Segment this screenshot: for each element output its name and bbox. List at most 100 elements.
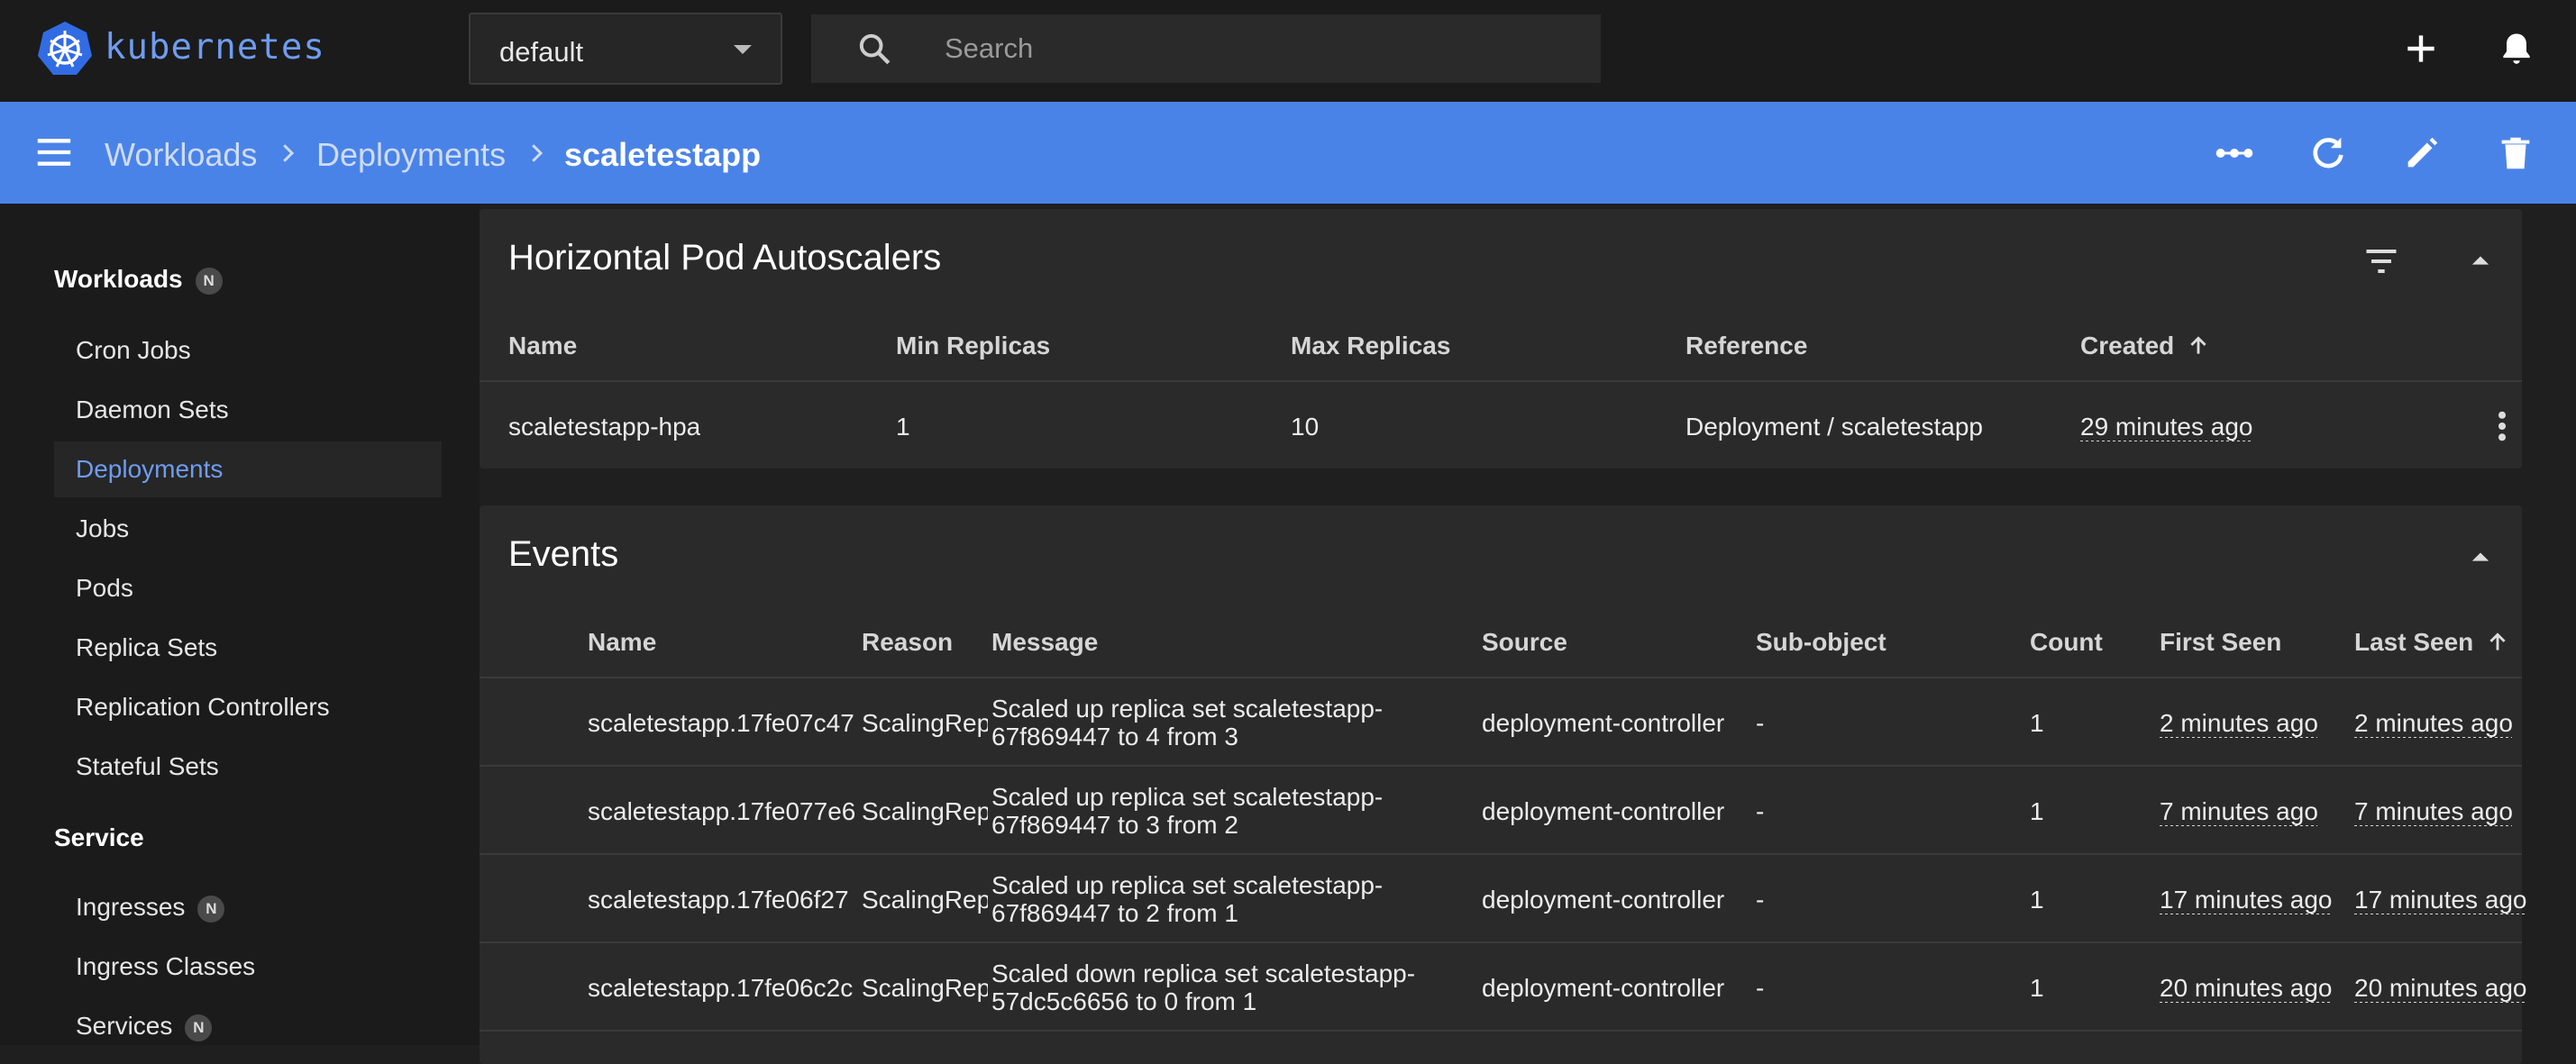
column-header-message[interactable]: Message (991, 628, 1098, 657)
event-message: Scaled up replica set scaletestapp-67f86… (991, 871, 1384, 927)
hpa-card-title: Horizontal Pod Autoscalers (508, 238, 942, 277)
bell-icon[interactable] (2497, 29, 2536, 68)
hpa-name[interactable]: scaletestapp-hpa (508, 413, 700, 441)
event-first-seen: 17 minutes ago (2160, 886, 2333, 914)
event-source: deployment-controller (1482, 886, 1725, 914)
chevron-down-icon (734, 45, 752, 54)
refresh-icon[interactable] (2307, 132, 2349, 174)
event-message: Scaled up replica set scaletestapp-67f86… (991, 695, 1384, 750)
hpa-max-replicas: 10 (1291, 413, 1320, 441)
event-last-seen: 20 minutes ago (2354, 974, 2527, 1002)
hpa-card: Horizontal Pod Autoscalers Name Min Repl… (480, 209, 2522, 468)
event-source: deployment-controller (1482, 797, 1725, 825)
chevron-up-icon[interactable] (2461, 538, 2500, 577)
event-sub-object: - (1756, 886, 1765, 914)
event-last-seen: 2 minutes ago (2354, 709, 2513, 737)
event-sub-object: - (1756, 974, 1765, 1002)
divider (480, 941, 2522, 943)
filter-icon[interactable] (2361, 241, 2401, 281)
sidebar-item-deployments[interactable]: Deployments (54, 441, 442, 497)
column-header-created[interactable]: Created (2080, 332, 2210, 360)
sidebar-item-services[interactable]: Services N (54, 998, 442, 1054)
event-name: scaletestapp.17fe077e6 (588, 797, 856, 825)
chevron-right-icon (283, 144, 295, 162)
more-vert-icon[interactable] (2486, 407, 2518, 445)
app-logo-text[interactable]: kubernetes (105, 27, 325, 68)
kubernetes-logo-icon[interactable] (36, 20, 94, 77)
sidebar-item-ingress-classes[interactable]: Ingress Classes (54, 939, 442, 995)
column-header-first-seen[interactable]: First Seen (2160, 628, 2281, 657)
event-count: 1 (2030, 974, 2044, 1002)
hpa-reference[interactable]: Deployment / scaletestapp (1685, 413, 1983, 441)
edit-icon[interactable] (2401, 132, 2443, 174)
divider (480, 380, 2522, 382)
event-first-seen: 2 minutes ago (2160, 709, 2318, 737)
event-sub-object: - (1756, 709, 1765, 737)
chevron-up-icon[interactable] (2461, 241, 2500, 281)
event-last-seen: 17 minutes ago (2354, 886, 2527, 914)
hpa-created: 29 minutes ago (2080, 413, 2253, 441)
column-header-reason[interactable]: Reason (862, 628, 953, 657)
arrow-up-icon (2489, 632, 2506, 650)
sidebar: Workloads N Cron Jobs Daemon Sets Deploym… (0, 204, 480, 1045)
event-message: Scaled up replica set scaletestapp-67f86… (991, 783, 1384, 839)
add-icon[interactable] (2401, 29, 2441, 68)
hpa-min-replicas: 1 (896, 413, 910, 441)
breadcrumb-current: scaletestapp (564, 136, 762, 173)
sidebar-section-label: Workloads (54, 265, 183, 293)
menu-icon[interactable] (34, 134, 74, 170)
event-source: deployment-controller (1482, 974, 1725, 1002)
column-header-reference[interactable]: Reference (1685, 332, 1807, 360)
namespaced-badge: N (185, 1014, 213, 1041)
column-header-last-seen[interactable]: Last Seen (2354, 628, 2509, 657)
sidebar-item-label: Ingresses (76, 893, 186, 921)
sidebar-item-pods[interactable]: Pods (54, 560, 442, 616)
sidebar-item-replication-controllers[interactable]: Replication Controllers (54, 679, 442, 735)
namespace-select[interactable]: default (469, 13, 782, 85)
event-reason: ScalingReplicaSet (862, 797, 988, 825)
sidebar-item-jobs[interactable]: Jobs (54, 501, 442, 557)
event-count: 1 (2030, 709, 2044, 737)
event-first-seen: 20 minutes ago (2160, 974, 2333, 1002)
events-card: Events Name Reason Message Source Sub-ob… (480, 505, 2526, 1064)
event-last-seen: 7 minutes ago (2354, 797, 2513, 825)
event-reason: ScalingReplicaSet (862, 709, 988, 737)
column-header-min-replicas[interactable]: Min Replicas (896, 332, 1050, 360)
arrow-up-icon (2190, 336, 2206, 354)
sidebar-item-daemon-sets[interactable]: Daemon Sets (54, 382, 442, 438)
column-header-label: Last Seen (2354, 628, 2474, 656)
column-header-sub-object[interactable]: Sub-object (1756, 628, 1886, 657)
column-header-source[interactable]: Source (1482, 628, 1567, 657)
sidebar-section-workloads[interactable]: Workloads N (54, 265, 223, 295)
column-header-name[interactable]: Name (508, 332, 577, 360)
event-count: 1 (2030, 886, 2044, 914)
column-header-label: Created (2080, 332, 2175, 359)
namespace-value: default (499, 36, 584, 68)
sidebar-section-service[interactable]: Service (54, 823, 144, 852)
top-bar: kubernetes default (0, 0, 2576, 102)
column-header-name[interactable]: Name (588, 628, 656, 657)
namespaced-badge: N (195, 267, 223, 295)
chevron-right-icon (532, 144, 544, 162)
delete-icon[interactable] (2495, 132, 2536, 174)
event-name: scaletestapp.17fe07c47 (588, 709, 854, 737)
event-name: scaletestapp.17fe06c2c (588, 974, 854, 1002)
breadcrumb-workloads[interactable]: Workloads (105, 136, 257, 174)
divider (480, 765, 2522, 767)
divider (480, 677, 2522, 678)
event-sub-object: - (1756, 797, 1765, 825)
column-header-count[interactable]: Count (2030, 628, 2103, 657)
sidebar-item-replica-sets[interactable]: Replica Sets (54, 620, 442, 676)
scale-icon[interactable] (2214, 132, 2255, 174)
search-input[interactable] (945, 27, 1576, 70)
sidebar-item-cron-jobs[interactable]: Cron Jobs (54, 323, 442, 378)
event-count: 1 (2030, 797, 2044, 825)
search-bar[interactable] (811, 14, 1601, 83)
event-reason: ScalingReplicaSet (862, 974, 988, 1002)
column-header-max-replicas[interactable]: Max Replicas (1291, 332, 1450, 360)
sidebar-item-label: Services (76, 1012, 173, 1040)
event-reason: ScalingReplicaSet (862, 886, 988, 914)
sidebar-item-stateful-sets[interactable]: Stateful Sets (54, 739, 442, 795)
breadcrumb-deployments[interactable]: Deployments (316, 136, 506, 174)
sidebar-item-ingresses[interactable]: Ingresses N (54, 879, 442, 935)
